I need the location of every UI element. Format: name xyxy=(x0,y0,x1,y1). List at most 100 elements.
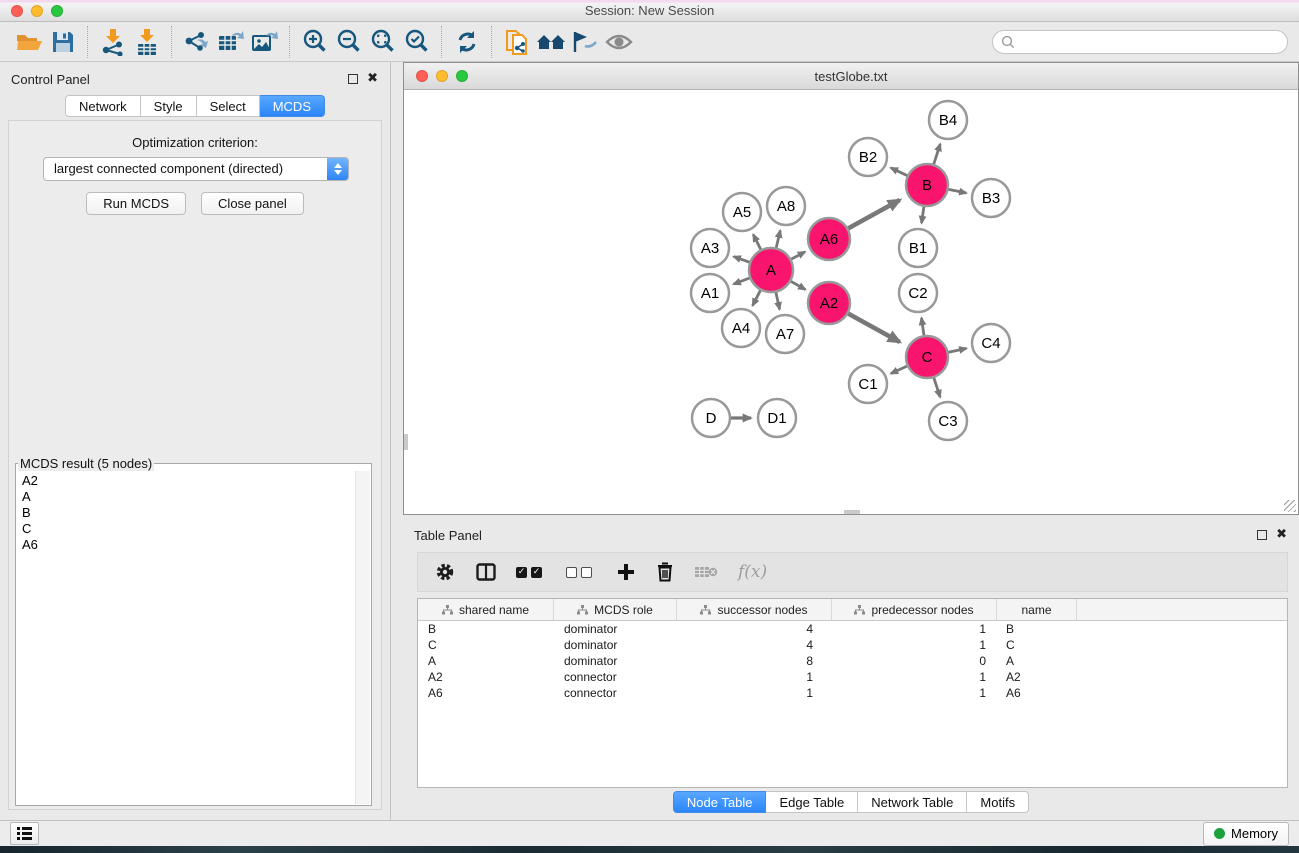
cell[interactable]: 8 xyxy=(677,653,832,669)
memory-button[interactable]: Memory xyxy=(1203,822,1289,846)
cell[interactable]: dominator xyxy=(554,653,677,669)
tab-mcds[interactable]: MCDS xyxy=(260,95,325,117)
select-all-button[interactable]: ✓ ✓ xyxy=(516,560,546,584)
node-table[interactable]: shared name MCDS role successor nodes pr… xyxy=(417,598,1288,788)
float-table-panel-icon[interactable] xyxy=(1257,530,1267,540)
cell[interactable]: B xyxy=(997,621,1077,637)
add-column-button[interactable] xyxy=(616,560,636,584)
cell[interactable]: A2 xyxy=(997,669,1077,685)
export-table-button[interactable] xyxy=(214,26,248,58)
network-graph[interactable]: B4B2BB3B1A6A5A8A3AA1A2A4A7C2CC4C1C3DD1 xyxy=(404,90,1298,515)
column-header-shared-name[interactable]: shared name xyxy=(418,599,554,620)
cell[interactable]: 4 xyxy=(677,637,832,653)
import-table-button[interactable] xyxy=(130,26,164,58)
cell[interactable]: dominator xyxy=(554,637,677,653)
network-close-button[interactable] xyxy=(416,70,428,82)
edge-C-C3[interactable] xyxy=(934,378,940,397)
close-panel-icon[interactable]: ✖ xyxy=(367,74,378,84)
result-item[interactable]: C xyxy=(17,521,356,537)
optimization-criterion-select[interactable]: largest connected component (directed) xyxy=(43,157,349,181)
table-tab-motifs[interactable]: Motifs xyxy=(967,791,1029,813)
zoom-in-button[interactable] xyxy=(298,26,332,58)
edge-A2-C[interactable] xyxy=(848,314,899,342)
cell[interactable]: A2 xyxy=(418,669,554,685)
column-header-successor-nodes[interactable]: successor nodes xyxy=(677,599,832,620)
column-chooser-button[interactable] xyxy=(476,560,496,584)
cell[interactable]: dominator xyxy=(554,621,677,637)
edge-B-B2[interactable] xyxy=(891,168,907,176)
cell[interactable]: C xyxy=(997,637,1077,653)
edge-A-A2[interactable] xyxy=(791,281,805,289)
cell[interactable]: 0 xyxy=(832,653,997,669)
edge-A-A3[interactable] xyxy=(734,257,750,263)
search-field[interactable] xyxy=(992,30,1288,54)
edge-A-A4[interactable] xyxy=(753,290,761,305)
import-network-button[interactable] xyxy=(96,26,130,58)
cell[interactable]: A xyxy=(418,653,554,669)
edge-C-C2[interactable] xyxy=(922,318,924,335)
cell[interactable]: A6 xyxy=(418,685,554,701)
result-item[interactable]: B xyxy=(17,505,356,521)
cell[interactable]: 1 xyxy=(832,685,997,701)
edge-C-C1[interactable] xyxy=(891,366,907,373)
result-list-scrollbar[interactable] xyxy=(355,471,370,804)
column-header-MCDS-role[interactable]: MCDS role xyxy=(554,599,677,620)
edge-A-A8[interactable] xyxy=(776,230,780,247)
table-row[interactable]: Adominator80A xyxy=(418,653,1287,669)
resize-grip[interactable] xyxy=(1284,500,1296,512)
cell[interactable]: 1 xyxy=(832,637,997,653)
tab-style[interactable]: Style xyxy=(141,95,197,117)
export-network-button[interactable] xyxy=(180,26,214,58)
clone-network-button[interactable] xyxy=(500,26,534,58)
edge-A-A1[interactable] xyxy=(734,278,750,284)
cell[interactable]: connector xyxy=(554,685,677,701)
fit-content-button[interactable] xyxy=(366,26,400,58)
table-row[interactable]: Bdominator41B xyxy=(418,621,1287,637)
close-window-button[interactable] xyxy=(11,5,23,17)
cell[interactable]: 4 xyxy=(677,621,832,637)
open-session-button[interactable] xyxy=(12,26,46,58)
result-item[interactable]: A xyxy=(17,489,356,505)
edge-A-A7[interactable] xyxy=(776,292,780,309)
horizontal-scroll-tick[interactable] xyxy=(844,510,860,514)
edge-A-A6[interactable] xyxy=(791,252,805,259)
hide-graphics-button[interactable] xyxy=(568,26,602,58)
table-tab-network-table[interactable]: Network Table xyxy=(858,791,967,813)
table-settings-button[interactable] xyxy=(434,560,456,584)
table-row[interactable]: A6connector11A6 xyxy=(418,685,1287,701)
float-panel-icon[interactable] xyxy=(348,74,358,84)
table-row[interactable]: A2connector11A2 xyxy=(418,669,1287,685)
save-session-button[interactable] xyxy=(46,26,80,58)
column-header-name[interactable]: name xyxy=(997,599,1077,620)
maximize-window-button[interactable] xyxy=(51,5,63,17)
refresh-button[interactable] xyxy=(450,26,484,58)
cell[interactable]: 1 xyxy=(677,669,832,685)
minimize-window-button[interactable] xyxy=(31,5,43,17)
network-maximize-button[interactable] xyxy=(456,70,468,82)
close-panel-button[interactable]: Close panel xyxy=(201,192,304,215)
home-views-button[interactable] xyxy=(534,26,568,58)
table-tab-node-table[interactable]: Node Table xyxy=(673,791,767,813)
cell[interactable]: 1 xyxy=(832,621,997,637)
cell[interactable]: A6 xyxy=(997,685,1077,701)
network-canvas[interactable]: B4B2BB3B1A6A5A8A3AA1A2A4A7C2CC4C1C3DD1 xyxy=(404,90,1298,514)
cell[interactable]: 1 xyxy=(677,685,832,701)
delete-column-button[interactable] xyxy=(656,560,674,584)
table-tab-edge-table[interactable]: Edge Table xyxy=(766,791,858,813)
cell[interactable]: connector xyxy=(554,669,677,685)
table-row[interactable]: Cdominator41C xyxy=(418,637,1287,653)
network-minimize-button[interactable] xyxy=(436,70,448,82)
task-history-button[interactable] xyxy=(10,822,39,845)
mcds-result-list[interactable]: A2ABCA6 xyxy=(17,471,356,804)
zoom-selected-button[interactable] xyxy=(400,26,434,58)
result-item[interactable]: A2 xyxy=(17,471,356,489)
close-table-panel-icon[interactable]: ✖ xyxy=(1276,530,1287,540)
result-item[interactable]: A6 xyxy=(17,537,356,553)
edge-C-C4[interactable] xyxy=(948,348,966,352)
search-input[interactable] xyxy=(1020,33,1279,50)
edge-B-B1[interactable] xyxy=(922,207,924,223)
cell[interactable]: 1 xyxy=(832,669,997,685)
tab-select[interactable]: Select xyxy=(197,95,260,117)
export-image-button[interactable] xyxy=(248,26,282,58)
edge-B-B3[interactable] xyxy=(949,189,967,193)
